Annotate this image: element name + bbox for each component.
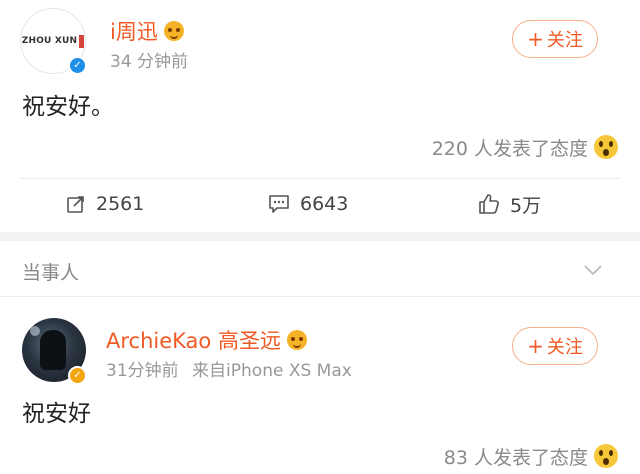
repost-button[interactable]: 2561 — [66, 192, 144, 216]
username-text[interactable]: ArchieKao 高圣远 — [106, 329, 281, 353]
surprised-emoji-icon — [594, 444, 618, 468]
avatar-photo-figure — [40, 330, 66, 370]
username-text[interactable]: i周迅 — [110, 20, 158, 44]
verified-badge-icon: ✓ — [68, 56, 87, 75]
like-button[interactable]: 5万 — [478, 192, 542, 217]
follow-button[interactable]: + 关注 — [512, 327, 598, 365]
follow-label: 关注 — [546, 30, 583, 51]
surprised-emoji-icon — [594, 135, 618, 159]
repost-count: 2561 — [96, 193, 145, 215]
reactions-summary[interactable]: 220 人发表了态度 — [432, 135, 618, 159]
post-time: 31分钟前 — [106, 361, 179, 381]
divider — [0, 296, 640, 297]
post-content: 祝安好 — [22, 401, 91, 427]
username[interactable]: ArchieKao 高圣远 — [106, 330, 307, 352]
section-title: 当事人 — [22, 262, 80, 284]
post-meta: 31分钟前 来自iPhone XS Max — [106, 363, 352, 380]
reactions-text: 220 人发表了态度 — [431, 138, 588, 160]
post-source[interactable]: 来自iPhone XS Max — [192, 361, 352, 381]
reactions-text: 83 人发表了态度 — [443, 447, 588, 469]
thumbs-up-icon — [479, 194, 499, 214]
member-crown-icon — [163, 21, 184, 41]
post-time: 34 分钟前 — [110, 52, 189, 72]
like-count: 5万 — [510, 194, 542, 217]
post-content: 祝安好。 — [22, 94, 114, 120]
plus-icon: + — [527, 27, 544, 51]
plus-icon: + — [527, 334, 544, 358]
comment-count: 6643 — [300, 193, 349, 215]
avatar-photo-highlight — [30, 326, 40, 336]
username[interactable]: i周迅 — [110, 21, 184, 43]
follow-label: 关注 — [546, 337, 583, 358]
member-crown-icon — [286, 330, 307, 350]
chevron-down-icon[interactable] — [582, 259, 604, 281]
avatar-logo-text: ZHOU XUN — [21, 36, 78, 46]
divider — [20, 178, 620, 179]
comment-icon — [269, 195, 289, 213]
repost-icon — [67, 196, 84, 213]
logo-seal-icon — [79, 34, 85, 48]
section-separator — [0, 232, 640, 241]
comment-button[interactable]: 6643 — [268, 192, 348, 216]
verified-badge-icon: ✓ — [68, 366, 87, 385]
reactions-summary[interactable]: 83 人发表了态度 — [444, 444, 618, 468]
follow-button[interactable]: + 关注 — [512, 20, 598, 58]
